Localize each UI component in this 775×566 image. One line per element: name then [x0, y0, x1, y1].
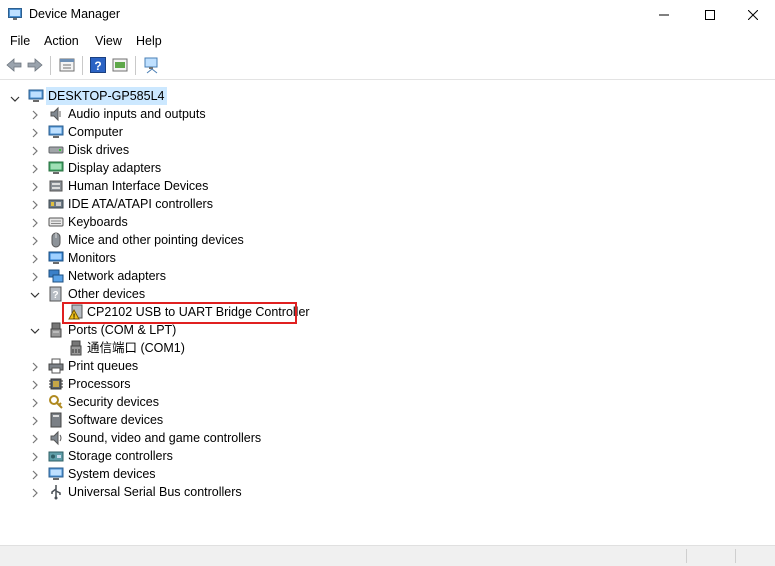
- hid-icon: [48, 178, 64, 194]
- expand-chevron-icon[interactable]: [30, 145, 40, 156]
- category-system-devices[interactable]: System devices: [68, 465, 156, 483]
- menu-bar: File Action View Help: [0, 30, 775, 52]
- update-driver-icon[interactable]: [111, 56, 129, 74]
- category-monitors[interactable]: Monitors: [68, 249, 116, 267]
- expand-chevron-icon[interactable]: [30, 361, 40, 372]
- printer-icon: [48, 358, 64, 374]
- collapse-chevron-icon[interactable]: [30, 325, 40, 335]
- forward-icon[interactable]: [26, 56, 44, 74]
- menu-help[interactable]: Help: [136, 34, 162, 48]
- close-button[interactable]: [731, 0, 775, 30]
- collapse-chevron-icon[interactable]: [30, 289, 40, 299]
- display-adapter-icon: [48, 160, 64, 176]
- expand-chevron-icon[interactable]: [30, 127, 40, 138]
- expand-chevron-icon[interactable]: [30, 235, 40, 246]
- usb-icon: [48, 484, 64, 500]
- toolbar: ?: [0, 52, 775, 80]
- sound-icon: [48, 430, 64, 446]
- collapse-chevron-icon[interactable]: [10, 93, 20, 103]
- mouse-icon: [48, 232, 64, 248]
- category-computer[interactable]: Computer: [68, 123, 123, 141]
- storage-icon: [48, 448, 64, 464]
- menu-file[interactable]: File: [10, 34, 30, 48]
- category-other-devices[interactable]: Other devices: [68, 285, 145, 303]
- category-audio-inputs-and-outputs[interactable]: Audio inputs and outputs: [68, 105, 206, 123]
- category-universal-serial-bus-controllers[interactable]: Universal Serial Bus controllers: [68, 483, 242, 501]
- help-icon[interactable]: ?: [89, 56, 107, 74]
- expand-chevron-icon[interactable]: [30, 469, 40, 480]
- expand-chevron-icon[interactable]: [30, 271, 40, 282]
- keyboard-icon: [48, 214, 64, 230]
- port-icon: [48, 322, 64, 338]
- software-device-icon: [48, 412, 64, 428]
- expand-chevron-icon[interactable]: [30, 451, 40, 462]
- expand-chevron-icon[interactable]: [30, 217, 40, 228]
- category-mice-and-other-pointing-devices[interactable]: Mice and other pointing devices: [68, 231, 244, 249]
- system-icon: [48, 466, 64, 482]
- disk-drive-icon: [48, 142, 64, 158]
- menu-view[interactable]: View: [95, 34, 122, 48]
- status-separator: [735, 549, 736, 563]
- maximize-button[interactable]: [687, 0, 733, 30]
- expand-chevron-icon[interactable]: [30, 163, 40, 174]
- category-network-adapters[interactable]: Network adapters: [68, 267, 166, 285]
- unknown-device-icon: ?: [48, 286, 64, 302]
- com-port-icon: [68, 340, 84, 356]
- category-human-interface-devices[interactable]: Human Interface Devices: [68, 177, 208, 195]
- menu-action[interactable]: Action: [44, 34, 79, 48]
- expand-chevron-icon[interactable]: [30, 433, 40, 444]
- expand-chevron-icon[interactable]: [30, 253, 40, 264]
- back-icon[interactable]: [5, 56, 23, 74]
- category-sound-video-and-game-controllers[interactable]: Sound, video and game controllers: [68, 429, 261, 447]
- device-manager-app-icon: [8, 8, 22, 21]
- toolbar-separator: [82, 56, 83, 75]
- category-display-adapters[interactable]: Display adapters: [68, 159, 161, 177]
- device-item[interactable]: 通信端口 (COM1): [87, 339, 185, 357]
- computer-root-icon: [28, 88, 44, 104]
- network-adapter-icon: [48, 268, 64, 284]
- monitor-icon: [48, 250, 64, 266]
- security-icon: [48, 394, 64, 410]
- category-software-devices[interactable]: Software devices: [68, 411, 163, 429]
- scan-hardware-icon[interactable]: [143, 56, 161, 74]
- expand-chevron-icon[interactable]: [30, 199, 40, 210]
- speaker-icon: [48, 106, 64, 122]
- expand-chevron-icon[interactable]: [30, 415, 40, 426]
- root-computer-label[interactable]: DESKTOP-GP585L4: [46, 87, 167, 105]
- processor-icon: [48, 376, 64, 392]
- category-security-devices[interactable]: Security devices: [68, 393, 159, 411]
- ide-controller-icon: [48, 196, 64, 212]
- toolbar-separator: [135, 56, 136, 75]
- category-print-queues[interactable]: Print queues: [68, 357, 138, 375]
- toolbar-separator: [50, 56, 51, 75]
- expand-chevron-icon[interactable]: [30, 379, 40, 390]
- svg-text:?: ?: [94, 59, 101, 73]
- category-storage-controllers[interactable]: Storage controllers: [68, 447, 173, 465]
- properties-icon[interactable]: [58, 56, 76, 74]
- category-ide-ata-atapi-controllers[interactable]: IDE ATA/ATAPI controllers: [68, 195, 213, 213]
- category-disk-drives[interactable]: Disk drives: [68, 141, 129, 159]
- computer-icon: [48, 124, 64, 140]
- window-title: Device Manager: [29, 7, 121, 21]
- category-keyboards[interactable]: Keyboards: [68, 213, 128, 231]
- status-separator: [686, 549, 687, 563]
- highlight-annotation-box: [62, 302, 297, 324]
- expand-chevron-icon[interactable]: [30, 397, 40, 408]
- title-bar: Device Manager: [0, 0, 775, 30]
- minimize-button[interactable]: [641, 0, 687, 30]
- expand-chevron-icon[interactable]: [30, 487, 40, 498]
- svg-text:?: ?: [52, 290, 58, 301]
- expand-chevron-icon[interactable]: [30, 109, 40, 120]
- status-bar: [0, 545, 775, 566]
- category-processors[interactable]: Processors: [68, 375, 131, 393]
- expand-chevron-icon[interactable]: [30, 181, 40, 192]
